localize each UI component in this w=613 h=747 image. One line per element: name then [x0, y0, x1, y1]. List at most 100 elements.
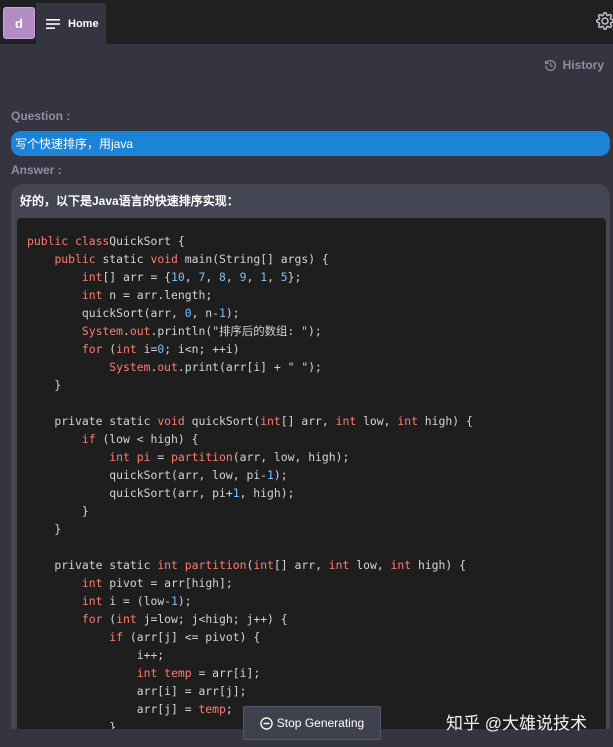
tab-home[interactable]: Home	[36, 3, 106, 44]
code-line: int n = arr.length;	[27, 286, 606, 304]
history-button[interactable]: History	[544, 58, 604, 72]
code-token: ,	[246, 270, 261, 284]
code-token: 1	[171, 594, 178, 608]
code-token: 1	[267, 468, 274, 482]
code-token: temp	[198, 702, 226, 716]
code-token: if	[109, 630, 124, 644]
code-token: quickSort(arr, low, pi-	[27, 468, 268, 482]
code-token: 10	[171, 270, 185, 284]
code-token: void	[157, 414, 185, 428]
code-line: System.out.print(arr[i] + " ");	[27, 358, 606, 376]
code-token: ,	[205, 270, 220, 284]
code-line: int pivot = arr[high];	[27, 574, 606, 592]
code-token: if	[81, 432, 96, 446]
code-token: j=low; j<high; j++) {	[136, 612, 288, 626]
code-token: int	[253, 558, 274, 572]
code-token: );	[225, 306, 240, 320]
question-bubble: 写个快速排序，用java	[11, 131, 610, 156]
code-token: public class	[27, 234, 110, 248]
code-token: arr[i] = arr[j];	[27, 684, 247, 698]
code-token: 1	[232, 486, 240, 500]
code-line: quickSort(arr, 0, n-1);	[27, 304, 606, 322]
code-token: =	[150, 450, 172, 464]
code-token: int	[81, 270, 103, 284]
code-block: public classQuickSort { public static vo…	[17, 218, 606, 729]
code-line: }	[27, 376, 606, 394]
code-token: out	[129, 324, 151, 338]
code-token: int	[136, 666, 158, 680]
tab-home-label: Home	[68, 17, 99, 30]
code-token: [] arr,	[280, 414, 336, 428]
code-token: int	[390, 558, 412, 572]
code-line: if (low < high) {	[27, 430, 606, 448]
code-token: high) {	[417, 414, 473, 428]
code-line: quickSort(arr, pi+1, high);	[27, 484, 606, 502]
code-token: (arr[j] <= pivot) {	[123, 630, 261, 644]
code-token: int	[81, 594, 103, 608]
code-token: pi	[136, 450, 151, 464]
code-token: );	[273, 468, 288, 482]
code-token: int	[335, 414, 357, 428]
code-token: quickSort(	[184, 414, 261, 428]
code-token: , n-	[191, 306, 220, 320]
code-token: }	[27, 720, 117, 729]
code-token: main(String[] args) {	[177, 252, 329, 266]
code-token: int	[81, 576, 103, 590]
code-line: public classQuickSort {	[27, 232, 606, 250]
code-token: quickSort(arr,	[27, 306, 185, 320]
history-label: History	[562, 58, 604, 72]
code-line: int i = (low-1);	[27, 592, 606, 610]
code-token: (	[102, 342, 117, 356]
question-label: Question :	[11, 109, 71, 123]
code-line: i++;	[27, 646, 606, 664]
code-token: ,	[267, 270, 281, 284]
code-token: temp	[164, 666, 192, 680]
code-token: }	[27, 522, 62, 536]
code-token: i=	[136, 342, 158, 356]
code-line: for (int i=0; i<n; ++i)	[27, 340, 606, 358]
code-token: low,	[349, 558, 391, 572]
code-token: QuickSort {	[109, 234, 185, 248]
menu-icon	[46, 18, 60, 29]
code-line: private static int partition(int[] arr, …	[27, 556, 606, 574]
code-token: System	[109, 360, 151, 374]
avatar[interactable]: d	[3, 7, 35, 39]
question-text: 写个快速排序，用java	[15, 137, 134, 151]
code-token: private static	[27, 414, 158, 428]
code-token: quickSort(arr, pi+	[27, 486, 233, 500]
code-token: }	[27, 378, 62, 392]
code-line: System.out.println("排序后的数组: ");	[27, 322, 606, 340]
code-token: = arr[i];	[191, 666, 261, 680]
code-token: int	[328, 558, 350, 572]
code-token: pivot = arr[high];	[102, 576, 233, 590]
top-bar: d Home	[0, 0, 613, 44]
stop-generating-button[interactable]: Stop Generating	[243, 706, 381, 740]
code-token: n = arr.length;	[102, 288, 213, 302]
code-token: private static	[27, 558, 158, 572]
code-token: );	[177, 594, 192, 608]
code-token: 5	[280, 270, 288, 284]
code-token: ;	[225, 702, 233, 716]
gear-icon[interactable]	[596, 12, 613, 30]
code-token: (low < high) {	[95, 432, 199, 446]
code-token: out	[157, 360, 178, 374]
code-token: (	[102, 612, 117, 626]
code-token: int	[397, 414, 418, 428]
code-line: arr[i] = arr[j];	[27, 682, 606, 700]
answer-bubble: 好的，以下是Java语言的快速排序实现： public classQuickSo…	[11, 184, 610, 729]
history-icon	[544, 59, 556, 71]
code-token: 1	[219, 306, 226, 320]
code-token: int	[157, 558, 178, 572]
code-token: arr[j] =	[27, 702, 199, 716]
code-token: int	[116, 612, 137, 626]
code-token: }	[27, 504, 89, 518]
